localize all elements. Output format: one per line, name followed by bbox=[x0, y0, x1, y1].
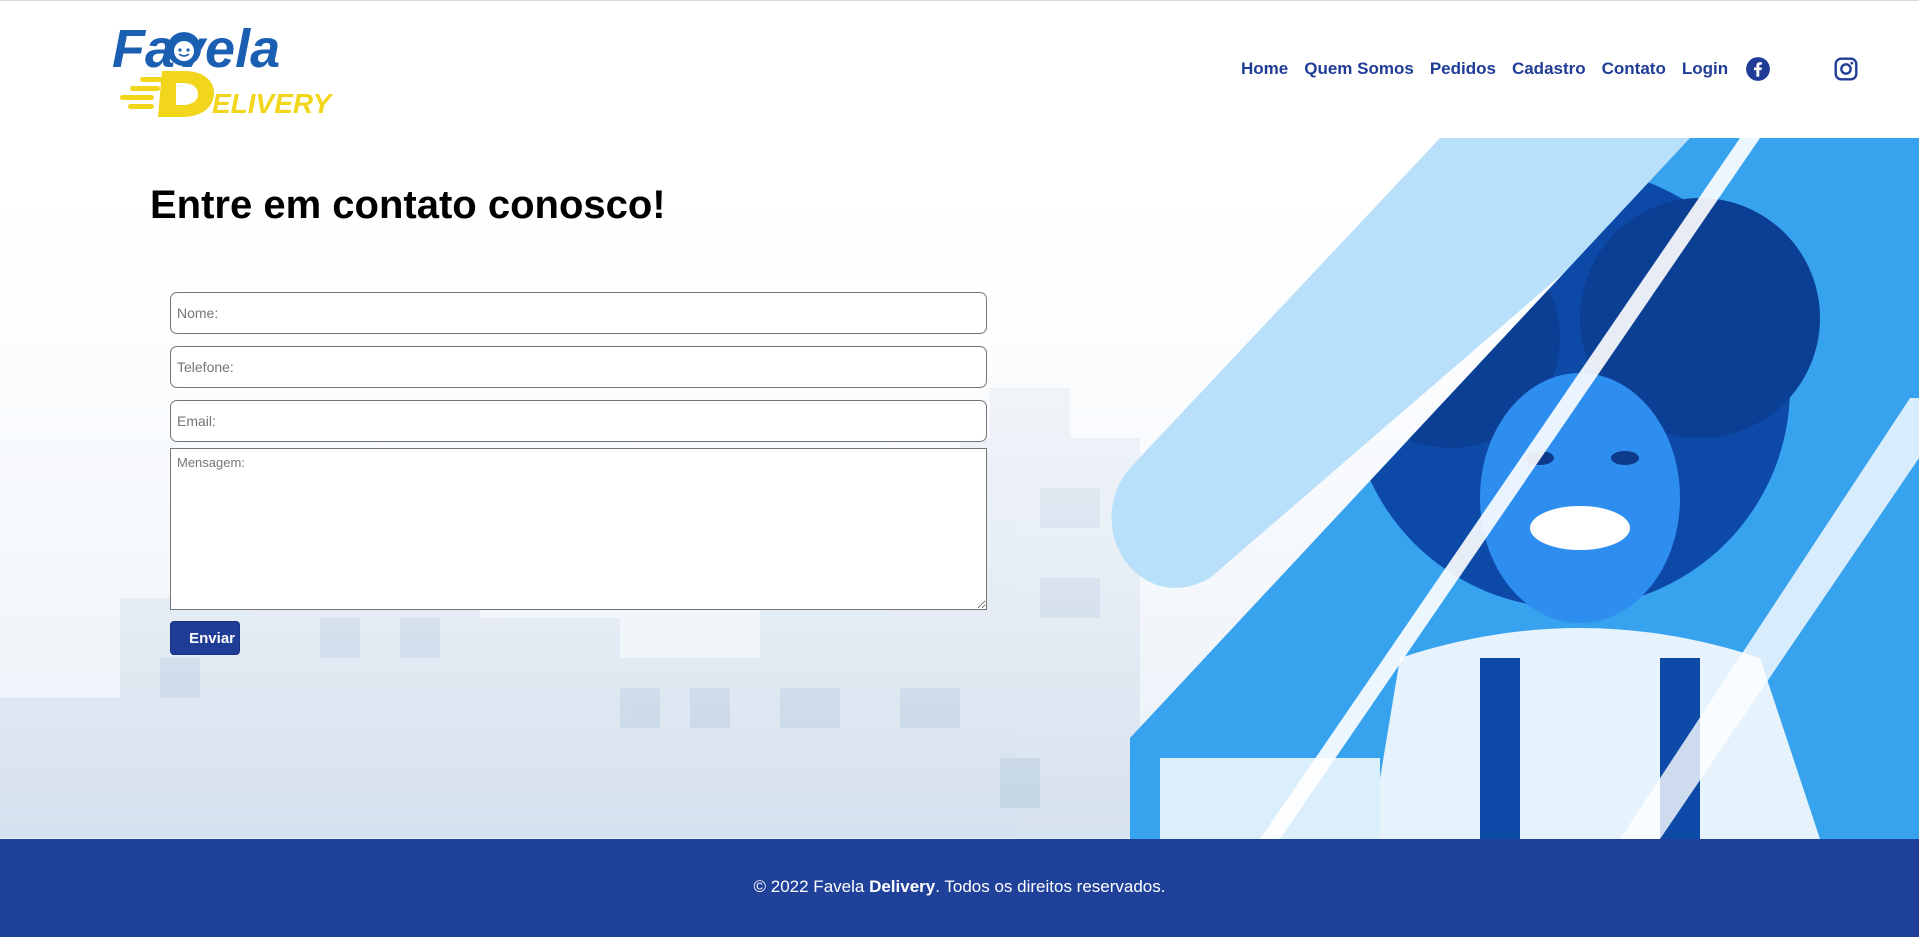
contact-page-title: Entre em contato conosco! bbox=[150, 183, 666, 227]
nav-quem-somos[interactable]: Quem Somos bbox=[1304, 57, 1414, 81]
copyright-brand: Delivery bbox=[869, 877, 936, 896]
facebook-icon[interactable] bbox=[1745, 56, 1771, 82]
email-input[interactable] bbox=[170, 400, 987, 442]
phone-input[interactable] bbox=[170, 346, 987, 388]
main-nav: Home Quem Somos Pedidos Cadastro Contato… bbox=[1241, 57, 1744, 81]
nav-pedidos[interactable]: Pedidos bbox=[1430, 57, 1496, 81]
nav-contato[interactable]: Contato bbox=[1602, 57, 1666, 81]
copyright-prefix: © 2022 Favela bbox=[753, 877, 870, 896]
message-textarea[interactable] bbox=[170, 448, 987, 610]
instagram-icon[interactable] bbox=[1833, 56, 1859, 82]
delivery-woman-image bbox=[1111, 138, 1919, 839]
copyright-text: © 2022 Favela Delivery. Todos os direito… bbox=[0, 877, 1919, 897]
nav-cadastro[interactable]: Cadastro bbox=[1512, 57, 1586, 81]
svg-text:ELIVERY: ELIVERY bbox=[212, 88, 334, 119]
site-footer: © 2022 Favela Delivery. Todos os direito… bbox=[0, 839, 1919, 937]
copyright-suffix: . Todos os direitos reservados. bbox=[935, 877, 1166, 896]
favela-delivery-logo[interactable]: Favela ELIVERY bbox=[112, 19, 358, 121]
nav-login[interactable]: Login bbox=[1682, 57, 1728, 81]
send-button[interactable]: Enviar bbox=[170, 621, 240, 655]
nav-home[interactable]: Home bbox=[1241, 57, 1288, 81]
site-header: Favela ELIVERY Home Quem Somos Pedidos C… bbox=[0, 0, 1919, 138]
name-input[interactable] bbox=[170, 292, 987, 334]
